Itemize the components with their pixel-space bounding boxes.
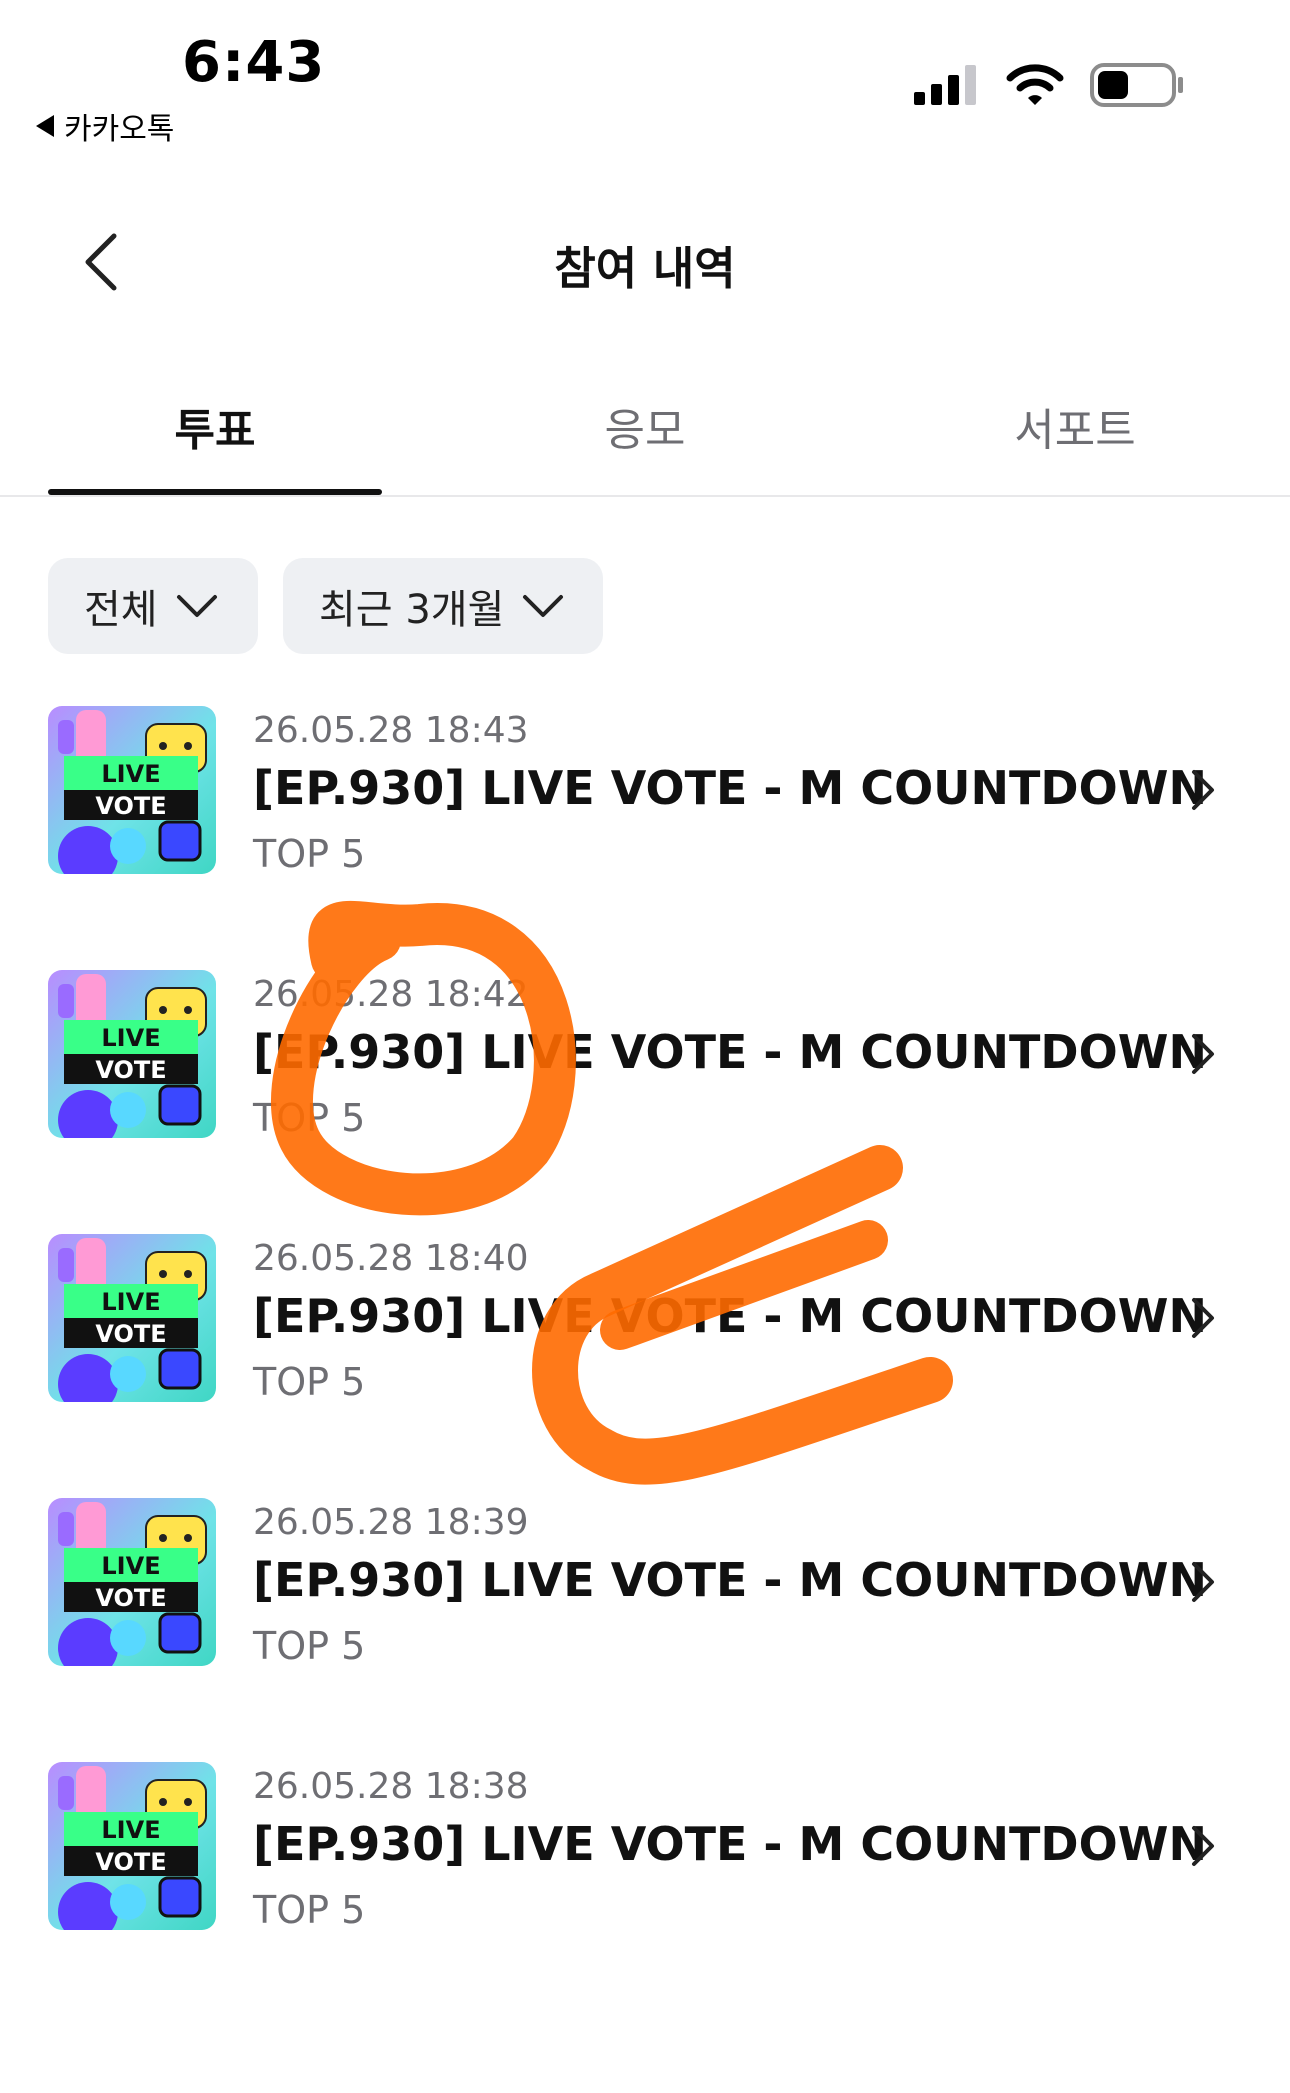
item-date: 26.05.28 18:42 [253, 974, 529, 1015]
item-date: 26.05.28 18:39 [253, 1502, 529, 1543]
status-icons [914, 62, 1186, 108]
list-item[interactable]: LIVE VOTE 26.05.28 18:42 [EP.930] LIVE VOTE… [0, 970, 1290, 1170]
live-vote-thumbnail: LIVE VOTE [48, 1498, 216, 1666]
item-date: 26.05.28 18:38 [253, 1766, 529, 1807]
live-vote-thumbnail: LIVE VOTE [48, 706, 216, 874]
wifi-icon [1006, 64, 1064, 105]
live-vote-thumbnail: LIVE VOTE [48, 970, 216, 1138]
chevron-right-icon[interactable] [1188, 768, 1218, 812]
item-title: [EP.930] LIVE VOTE - M COUNTDOWN [253, 1289, 1207, 1343]
filter-period-dropdown[interactable]: 최근 3개월 [283, 558, 603, 654]
battery-icon [1090, 63, 1183, 107]
chevron-right-icon[interactable] [1188, 1824, 1218, 1868]
thumb-text-line-2: VOTE [95, 792, 166, 820]
chevron-down-icon [523, 595, 564, 617]
item-title: [EP.930] LIVE VOTE - M COUNTDOWN [253, 1025, 1207, 1079]
cellular-signal-icon [914, 65, 976, 105]
tab-support[interactable]: 서포트 [910, 394, 1240, 458]
chevron-right-icon[interactable] [1188, 1032, 1218, 1076]
tab-bar: 투표 응모 서포트 [0, 380, 1290, 497]
item-subtitle: TOP 5 [253, 1888, 366, 1932]
filter-category-dropdown[interactable]: 전체 [48, 558, 258, 654]
active-tab-indicator [48, 489, 382, 495]
tab-entry[interactable]: 응모 [480, 394, 810, 458]
thumb-text-line-2: VOTE [95, 1584, 166, 1612]
filter-period-label: 최근 3개월 [319, 587, 505, 633]
thumb-text-line-1: LIVE [101, 760, 160, 788]
item-subtitle: TOP 5 [253, 832, 366, 876]
thumb-text-line-1: LIVE [101, 1288, 160, 1316]
thumb-text-line-1: LIVE [101, 1816, 160, 1844]
back-triangle-icon [36, 115, 54, 137]
live-vote-thumbnail: LIVE VOTE [48, 1234, 216, 1402]
thumb-text-line-2: VOTE [95, 1848, 166, 1876]
item-subtitle: TOP 5 [253, 1624, 366, 1668]
live-vote-thumbnail: LIVE VOTE [48, 1762, 216, 1930]
return-app-label: 카카오톡 [64, 112, 175, 147]
return-to-app-link[interactable]: 카카오톡 [36, 104, 174, 148]
filter-category-label: 전체 [84, 587, 158, 633]
item-title: [EP.930] LIVE VOTE - M COUNTDOWN [253, 1553, 1207, 1607]
item-subtitle: TOP 5 [253, 1096, 366, 1140]
thumb-text-line-1: LIVE [101, 1552, 160, 1580]
list-item[interactable]: LIVE VOTE 26.05.28 18:40 [EP.930] LIVE VOTE… [0, 1234, 1290, 1434]
status-time: 6:43 [182, 30, 326, 95]
chevron-right-icon[interactable] [1188, 1296, 1218, 1340]
item-title: [EP.930] LIVE VOTE - M COUNTDOWN [253, 761, 1207, 815]
thumb-text-line-2: VOTE [95, 1320, 166, 1348]
thumb-text-line-2: VOTE [95, 1056, 166, 1084]
list-item[interactable]: LIVE VOTE 26.05.28 18:43 [EP.930] LIVE VOTE… [0, 706, 1290, 906]
chevron-down-icon [176, 595, 217, 617]
list-item[interactable]: LIVE VOTE 26.05.28 18:38 [EP.930] LIVE VOTE… [0, 1762, 1290, 1962]
item-title: [EP.930] LIVE VOTE - M COUNTDOWN [253, 1817, 1207, 1871]
page-title: 참여 내역 [554, 242, 736, 295]
item-subtitle: TOP 5 [253, 1360, 366, 1404]
thumb-text-line-1: LIVE [101, 1024, 160, 1052]
list-item[interactable]: LIVE VOTE 26.05.28 18:39 [EP.930] LIVE VOTE… [0, 1498, 1290, 1698]
item-date: 26.05.28 18:40 [253, 1238, 529, 1279]
tab-vote[interactable]: 투표 [48, 394, 382, 458]
chevron-right-icon[interactable] [1188, 1560, 1218, 1604]
item-date: 26.05.28 18:43 [253, 710, 529, 751]
